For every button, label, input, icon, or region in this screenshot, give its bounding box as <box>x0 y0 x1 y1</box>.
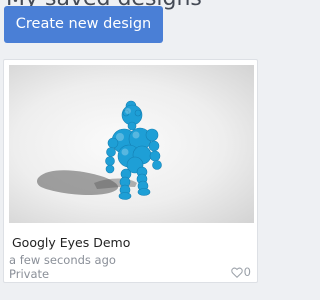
design-thumbnail[interactable] <box>9 65 254 223</box>
design-card[interactable]: Googly Eyes Demo a few seconds ago Priva… <box>3 59 258 283</box>
like-button[interactable]: 0 <box>230 265 251 279</box>
robot-model-preview <box>36 100 162 200</box>
design-title[interactable]: Googly Eyes Demo <box>12 235 130 250</box>
create-new-design-button[interactable]: Create new design <box>4 6 163 43</box>
heart-outline-icon <box>230 267 243 278</box>
design-timestamp: a few seconds ago <box>9 253 116 267</box>
design-visibility-label: Private <box>9 267 50 281</box>
like-count: 0 <box>243 265 251 279</box>
